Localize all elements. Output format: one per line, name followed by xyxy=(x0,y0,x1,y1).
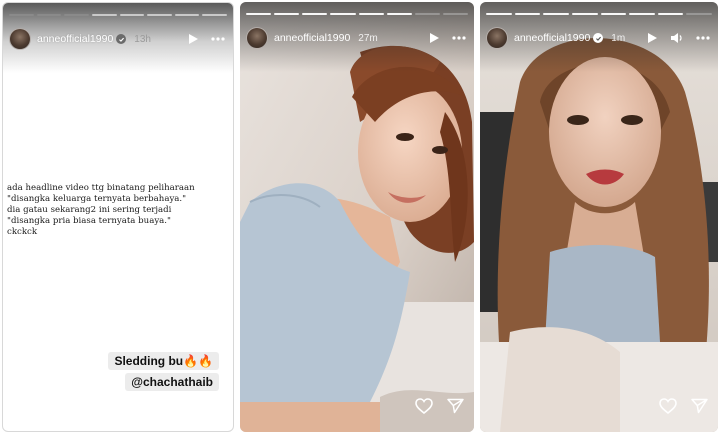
caption-line: dia gatau sekarang2 ini sering terjadi xyxy=(7,205,172,215)
progress-segment xyxy=(514,13,541,15)
progress-segment xyxy=(358,13,384,15)
progress-segment xyxy=(330,13,356,15)
username[interactable]: anneofficial1990 xyxy=(514,32,590,44)
text-sticker: Sledding bu🔥🔥 xyxy=(108,352,219,370)
story-header: anneofficial1990 13h xyxy=(9,27,225,51)
story-caption: ada headline video ttg binatang pelihara… xyxy=(7,183,231,238)
verified-badge-icon xyxy=(116,34,127,44)
progress-segment xyxy=(442,13,468,15)
more-icon[interactable] xyxy=(696,36,710,40)
progress-bar xyxy=(246,13,468,15)
progress-segment xyxy=(36,14,62,16)
progress-segment xyxy=(302,13,328,15)
progress-segment xyxy=(202,14,227,16)
heart-icon[interactable] xyxy=(174,397,192,413)
heart-icon[interactable] xyxy=(659,398,677,414)
post-time: 27m xyxy=(358,32,378,44)
progress-segment xyxy=(657,13,684,15)
story-panel-3[interactable]: anneofficial1990 1m xyxy=(480,2,718,432)
play-icon[interactable] xyxy=(428,32,440,44)
progress-segment xyxy=(543,13,569,15)
caption-line: ada headline video ttg binatang pelihara… xyxy=(7,183,195,193)
username[interactable]: anneofficial1990 xyxy=(274,32,350,44)
progress-bar xyxy=(9,14,227,16)
progress-segment xyxy=(91,14,117,16)
progress-bar xyxy=(486,13,712,15)
progress-segment xyxy=(486,13,512,15)
verified-badge-icon xyxy=(593,33,604,43)
play-icon[interactable] xyxy=(187,33,199,45)
send-icon[interactable] xyxy=(691,398,708,414)
send-icon[interactable] xyxy=(447,398,464,414)
mention-sticker[interactable]: @chachathaib xyxy=(125,373,219,391)
story-panel-1[interactable]: anneofficial1990 13h ada headline video … xyxy=(2,2,234,432)
heart-icon[interactable] xyxy=(415,398,433,414)
avatar[interactable] xyxy=(246,27,268,49)
avatar[interactable] xyxy=(9,28,31,50)
progress-segment xyxy=(686,13,712,15)
story-header: anneofficial1990 27m xyxy=(246,26,466,50)
progress-segment xyxy=(147,14,172,16)
play-icon[interactable] xyxy=(646,32,658,44)
username[interactable]: anneofficial1990 xyxy=(37,33,113,45)
more-icon[interactable] xyxy=(211,37,225,41)
progress-segment xyxy=(386,13,412,15)
progress-segment xyxy=(119,14,145,16)
progress-segment xyxy=(414,13,440,15)
progress-segment xyxy=(246,13,272,15)
speaker-icon[interactable] xyxy=(670,32,684,44)
progress-segment xyxy=(629,13,655,15)
send-icon[interactable] xyxy=(206,397,223,413)
progress-segment xyxy=(174,14,200,16)
caption-line: "disangka keluarga ternyata berbahaya." xyxy=(7,194,187,204)
caption-line: ckckck xyxy=(7,227,38,237)
more-icon[interactable] xyxy=(452,36,466,40)
avatar[interactable] xyxy=(486,27,508,49)
caption-line: "disangka pria biasa ternyata buaya." xyxy=(7,216,171,226)
progress-segment xyxy=(9,14,34,16)
progress-segment xyxy=(571,13,598,15)
progress-segment xyxy=(64,14,89,16)
post-time: 13h xyxy=(134,33,151,45)
progress-segment xyxy=(274,13,300,15)
story-header: anneofficial1990 1m xyxy=(486,26,710,50)
story-actions xyxy=(174,397,223,413)
progress-segment xyxy=(600,13,627,15)
story-actions xyxy=(659,398,708,414)
story-panel-2[interactable]: anneofficial1990 27m xyxy=(240,2,474,432)
post-time: 1m xyxy=(611,32,626,44)
story-actions xyxy=(415,398,464,414)
